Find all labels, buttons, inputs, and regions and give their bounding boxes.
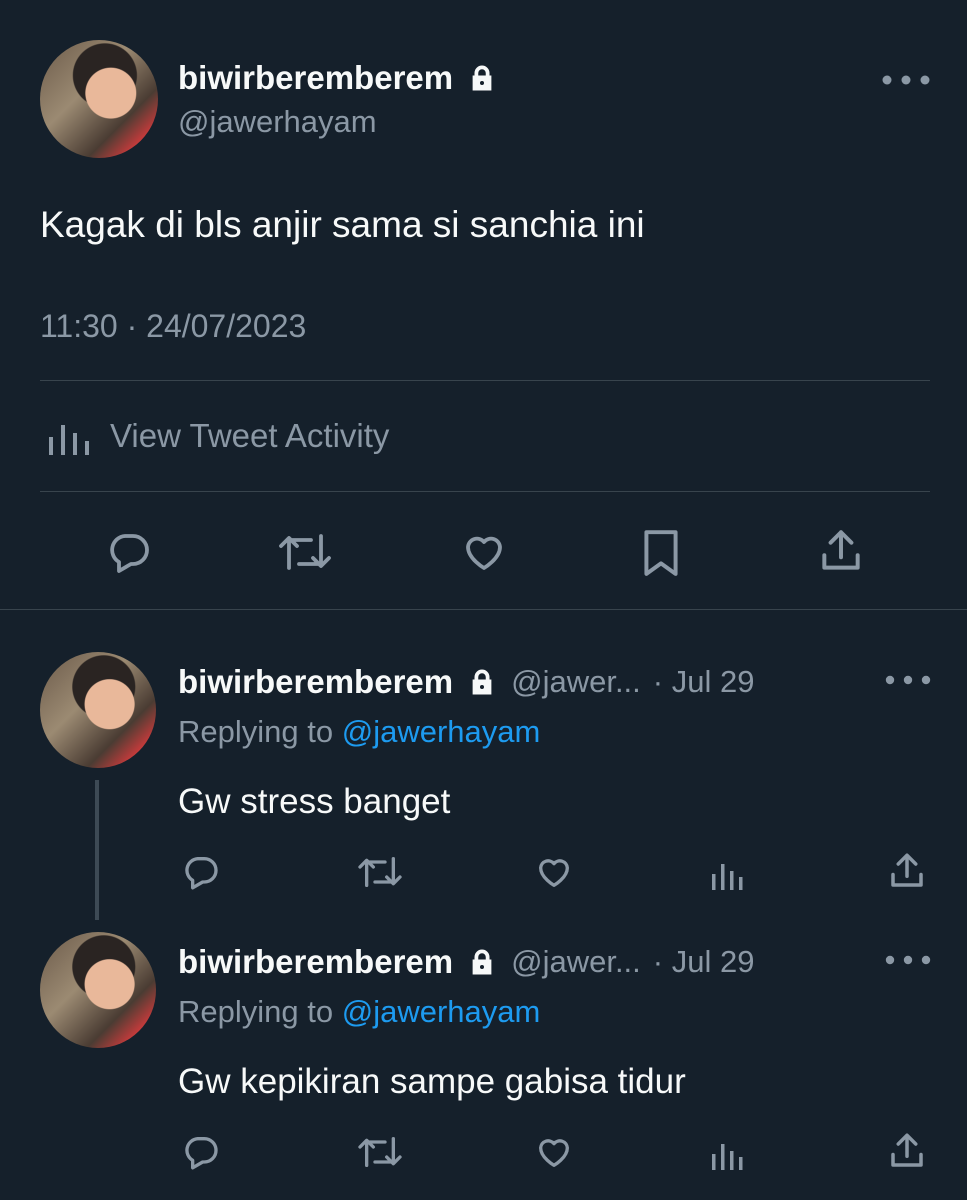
- reply-icon[interactable]: [180, 1132, 222, 1172]
- share-icon[interactable]: [886, 1130, 928, 1172]
- bookmark-icon[interactable]: [638, 528, 684, 578]
- date[interactable]: · Jul 29: [653, 664, 755, 700]
- display-name[interactable]: biwirberemberem: [178, 59, 453, 97]
- replying-to: Replying to @jawerhayam: [178, 994, 540, 1030]
- reply-text: Gw kepikiran sampe gabisa tidur: [178, 1062, 686, 1101]
- lock-icon: [467, 947, 497, 977]
- reply-icon[interactable]: [104, 528, 154, 576]
- display-name[interactable]: biwirberemberem: [178, 663, 453, 701]
- reply-icon[interactable]: [180, 852, 222, 892]
- avatar[interactable]: [40, 40, 158, 158]
- retweet-icon[interactable]: [356, 852, 404, 892]
- avatar[interactable]: [40, 932, 156, 1048]
- handle[interactable]: @jawer...: [511, 944, 641, 980]
- thread-line: [95, 780, 99, 920]
- timestamp[interactable]: 11:30 · 24/07/2023: [40, 308, 306, 345]
- handle[interactable]: @jawerhayam: [178, 104, 377, 140]
- like-icon[interactable]: [532, 1132, 576, 1172]
- lock-icon: [467, 63, 497, 93]
- more-options-icon[interactable]: [884, 670, 932, 690]
- replying-prefix: Replying to: [178, 994, 342, 1029]
- like-icon[interactable]: [458, 528, 510, 576]
- lock-icon: [467, 667, 497, 697]
- main-tweet-author: biwirberemberem: [178, 58, 497, 98]
- share-icon[interactable]: [886, 850, 928, 892]
- handle[interactable]: @jawer...: [511, 664, 641, 700]
- date[interactable]: · Jul 29: [653, 944, 755, 980]
- more-options-icon[interactable]: [884, 950, 932, 970]
- replying-prefix: Replying to: [178, 714, 342, 749]
- reply-header: biwirberemberem @jawer... · Jul 29: [178, 660, 754, 704]
- retweet-icon[interactable]: [276, 528, 334, 576]
- replying-handle-link[interactable]: @jawerhayam: [342, 994, 541, 1029]
- view-tweet-activity-label: View Tweet Activity: [110, 417, 390, 454]
- analytics-icon[interactable]: [710, 1136, 746, 1172]
- replying-handle-link[interactable]: @jawerhayam: [342, 714, 541, 749]
- more-options-icon[interactable]: [880, 70, 932, 90]
- retweet-icon[interactable]: [356, 1132, 404, 1172]
- view-tweet-activity[interactable]: View Tweet Activity: [46, 415, 389, 457]
- like-icon[interactable]: [532, 852, 576, 892]
- share-icon[interactable]: [816, 526, 866, 576]
- reply-header: biwirberemberem @jawer... · Jul 29: [178, 940, 754, 984]
- replying-to: Replying to @jawerhayam: [178, 714, 540, 750]
- analytics-icon: [46, 415, 90, 457]
- tweet-text: Kagak di bls anjir sama si sanchia ini: [40, 204, 645, 245]
- reply-text: Gw stress banget: [178, 782, 451, 821]
- analytics-icon[interactable]: [710, 856, 746, 892]
- divider: [40, 491, 930, 492]
- divider: [40, 380, 930, 381]
- avatar[interactable]: [40, 652, 156, 768]
- section-divider: [0, 609, 967, 610]
- display-name[interactable]: biwirberemberem: [178, 943, 453, 981]
